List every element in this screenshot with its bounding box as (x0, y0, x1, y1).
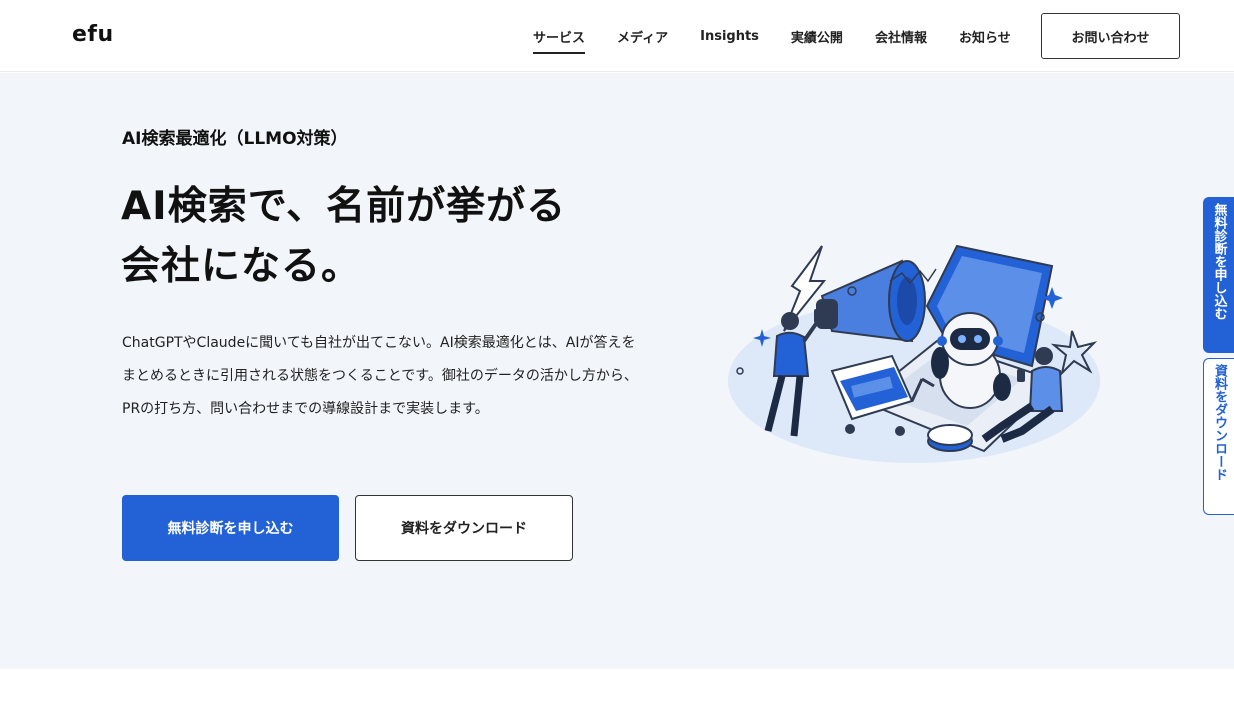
hero-description: ChatGPTやClaudeに聞いても自社が出てこない。AI検索最適化とは、AI… (122, 335, 638, 417)
logo[interactable]: efu (72, 22, 114, 47)
hero-eyebrow: AI検索最適化（LLMO対策） (122, 129, 348, 149)
download-materials-button[interactable]: 資料をダウンロード (355, 495, 573, 561)
contact-button[interactable]: お問い合わせ (1041, 13, 1180, 59)
free-diagnosis-button[interactable]: 無料診断を申し込む (122, 495, 339, 561)
hero-section: AI検索最適化（LLMO対策） AI検索で、名前が挙がる 会社になる。 Chat… (0, 73, 1234, 669)
nav-item-news[interactable]: お知らせ (959, 21, 1011, 52)
hero-headline-line-1: AI検索で、名前が挙がる (121, 184, 567, 229)
nav-item-company[interactable]: 会社情報 (875, 21, 927, 52)
nav-item-services[interactable]: サービス (533, 21, 586, 54)
nav-item-media[interactable]: メディア (617, 21, 668, 52)
side-tab-download-materials-label: 資料をダウンロード (1212, 364, 1227, 481)
side-tab-download-materials[interactable]: 資料をダウンロード (1203, 358, 1234, 515)
hero-headline: AI検索で、名前が挙がる 会社になる。 (121, 177, 661, 297)
megaphone-icon (816, 259, 926, 343)
side-tab-free-diagnosis[interactable]: 無料診断を申し込む (1203, 197, 1234, 353)
side-tab-free-diagnosis-label: 無料診断を申し込む (1211, 203, 1227, 320)
site-header: efu サービス メディア Insights 実績公開 会社情報 お知らせ お問… (0, 0, 1234, 72)
nav-item-insights[interactable]: Insights (700, 23, 759, 50)
ai-search-illustration (722, 191, 1112, 471)
nav-item-case-studies[interactable]: 実績公開 (791, 21, 843, 52)
main-nav: サービス メディア Insights 実績公開 会社情報 お知らせ (533, 0, 1043, 72)
hero-headline-line-2: 会社になる。 (121, 244, 362, 289)
coin-icon (927, 424, 973, 452)
